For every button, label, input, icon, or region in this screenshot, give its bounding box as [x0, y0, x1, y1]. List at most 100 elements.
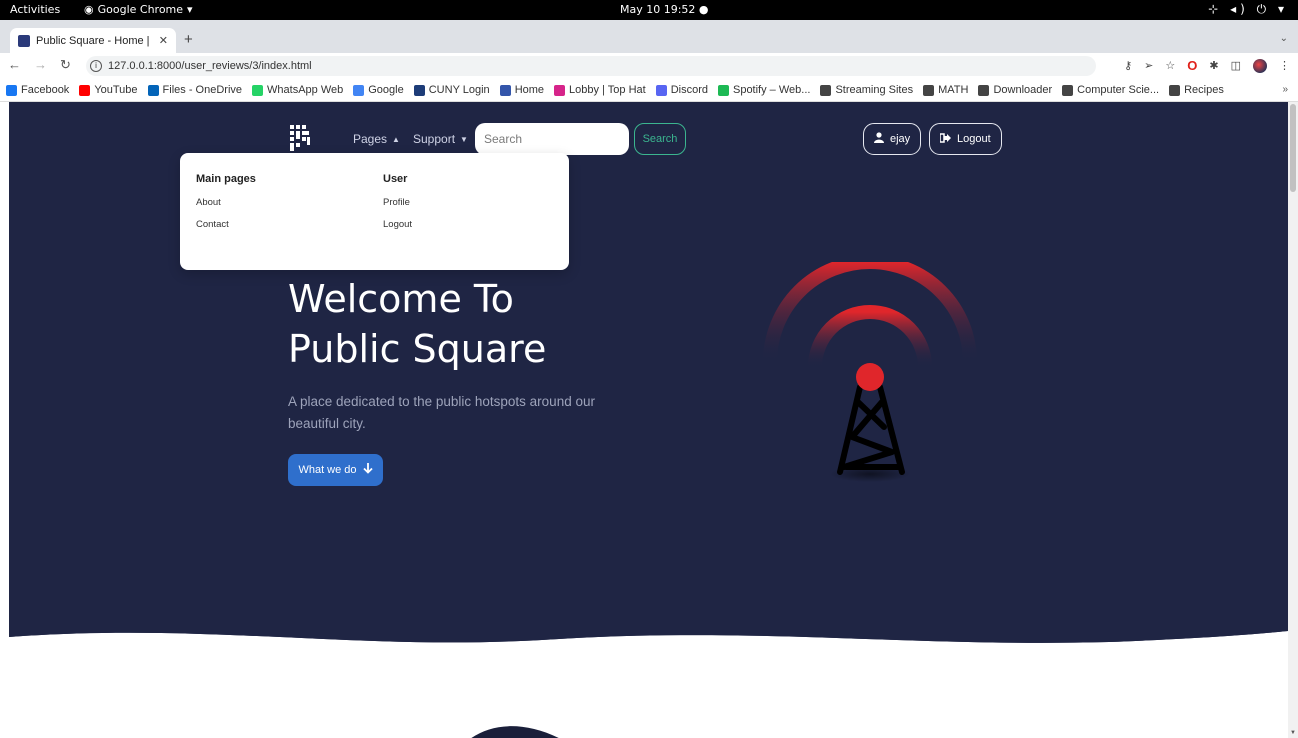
section-illustration — [471, 726, 559, 738]
chrome-icon: ◉ — [84, 3, 94, 16]
bookmark-favicon-icon — [655, 84, 667, 96]
forward-icon[interactable]: → — [34, 57, 47, 72]
bookmark-item[interactable]: Google — [353, 84, 404, 96]
app-menu[interactable]: ◉ Google Chrome ▾ — [84, 3, 193, 16]
arrow-down-icon — [362, 463, 373, 477]
bookmark-favicon-icon — [353, 84, 365, 96]
sidepanel-icon[interactable]: ◫ — [1231, 59, 1241, 72]
bookmark-item[interactable]: Streaming Sites — [820, 84, 913, 96]
user-profile-button[interactable]: ejay — [863, 123, 922, 155]
bookmarks-bar: Facebook YouTube Files - OneDrive WhatsApp … — [0, 79, 1298, 102]
search-button[interactable]: Search — [634, 123, 686, 155]
dropdown-heading-main: Main pages — [196, 173, 256, 185]
bookmark-label: Google — [368, 84, 404, 96]
bookmark-item[interactable]: YouTube — [79, 84, 138, 96]
bookmark-favicon-icon — [6, 84, 17, 96]
folder-icon — [1062, 84, 1074, 96]
system-tray[interactable]: ⊹ ◂) ⏻ ▾ — [1208, 2, 1288, 17]
bookmark-item[interactable]: Files - OneDrive — [147, 84, 243, 96]
puzzle-icon[interactable]: ✱ — [1209, 59, 1218, 72]
logout-button[interactable]: Logout — [929, 123, 1002, 155]
dropdown-item-about[interactable]: About — [196, 197, 256, 208]
cta-label: What we do — [298, 464, 357, 476]
reload-icon[interactable]: ↻ — [60, 57, 71, 73]
chevron-up-icon: ▲ — [392, 134, 400, 144]
bookmark-label: YouTube — [94, 84, 138, 96]
dropdown-item-contact[interactable]: Contact — [196, 219, 256, 230]
bookmark-item[interactable]: Discord — [655, 84, 708, 96]
nav-support-toggle[interactable]: Support ▼ — [413, 132, 468, 146]
bookmark-favicon-icon — [79, 84, 91, 96]
bookmark-label: Files - OneDrive — [162, 84, 243, 96]
scroll-down-icon[interactable]: ▼ — [1290, 730, 1296, 736]
folder-icon — [820, 84, 832, 96]
app-name: Google Chrome — [97, 3, 184, 16]
pages-dropdown-menu: Main pages About Contact User Profile Lo… — [180, 153, 569, 270]
bookmark-label: Streaming Sites — [835, 84, 914, 96]
bookmark-item[interactable]: Facebook — [6, 84, 69, 96]
chevron-down-icon: ▼ — [460, 134, 468, 144]
bookmark-item[interactable]: CUNY Login — [413, 84, 490, 96]
send-icon[interactable]: ➢ — [1144, 59, 1153, 72]
hero-wave — [9, 617, 1288, 657]
key-icon[interactable]: ⚷ — [1124, 59, 1132, 72]
nav-pages-toggle[interactable]: Pages ▲ — [353, 132, 400, 146]
info-icon[interactable]: i — [90, 60, 102, 72]
new-tab-button[interactable]: + — [184, 31, 193, 48]
bookmark-label: MATH — [938, 84, 969, 96]
address-row: ← → ↻ i 127.0.0.1:8000/user_reviews/3/in… — [0, 53, 1298, 79]
os-top-bar: Activities ◉ Google Chrome ▾ May 10 19:5… — [0, 0, 1298, 20]
tab-strip: Public Square - Home | Pu ✕ + ⌄ — [0, 20, 1298, 53]
activities-button[interactable]: Activities — [10, 3, 60, 16]
bookmarks-overflow-icon[interactable]: » — [1282, 84, 1288, 95]
clock-text: May 10 19:52 — [620, 3, 696, 16]
back-icon[interactable]: ← — [8, 57, 21, 72]
tab-search-icon[interactable]: ⌄ — [1280, 33, 1288, 44]
logout-label: Logout — [957, 133, 991, 145]
browser-tab[interactable]: Public Square - Home | Pu ✕ — [10, 28, 176, 53]
tab-title: Public Square - Home | Pu — [36, 34, 153, 47]
site-logo[interactable] — [289, 124, 311, 152]
star-icon[interactable]: ☆ — [1165, 59, 1175, 72]
profile-avatar[interactable] — [1253, 58, 1267, 73]
bookmark-label: WhatsApp Web — [267, 84, 344, 96]
address-bar[interactable]: i 127.0.0.1:8000/user_reviews/3/index.ht… — [86, 56, 1096, 76]
nav-support-label: Support — [413, 132, 456, 146]
bookmark-item[interactable]: MATH — [923, 84, 968, 96]
opera-icon[interactable]: O — [1187, 58, 1197, 73]
folder-icon — [923, 84, 935, 96]
dropdown-item-logout[interactable]: Logout — [383, 219, 412, 230]
chevron-down-icon: ▾ — [187, 3, 193, 16]
dropdown-item-profile[interactable]: Profile — [383, 197, 412, 208]
extension-toolbar: ⚷ ➢ ☆ O ✱ ◫ ⋮ — [1124, 58, 1290, 73]
clock[interactable]: May 10 19:52 ● — [620, 3, 709, 16]
folder-icon — [978, 84, 990, 96]
bookmark-favicon-icon — [147, 84, 159, 96]
user-icon — [874, 132, 884, 146]
bookmark-item[interactable]: Computer Scie... — [1062, 84, 1159, 96]
bookmark-item[interactable]: Home — [499, 84, 544, 96]
bookmark-favicon-icon — [413, 84, 425, 96]
bookmark-item[interactable]: WhatsApp Web — [252, 84, 343, 96]
folder-icon — [1169, 84, 1181, 96]
bookmark-item[interactable]: Downloader — [978, 84, 1052, 96]
kebab-menu-icon[interactable]: ⋮ — [1279, 59, 1290, 72]
scrollbar-thumb[interactable] — [1290, 104, 1296, 192]
hero-title-line1: Welcome To — [288, 277, 514, 321]
bookmark-label: Facebook — [21, 84, 70, 96]
bookmark-item[interactable]: Spotify – Web... — [717, 84, 810, 96]
hero-title-line2: Public Square — [288, 327, 547, 371]
bookmark-item[interactable]: Lobby | Top Hat — [554, 84, 646, 96]
close-icon[interactable]: ✕ — [159, 34, 168, 47]
search-input[interactable] — [475, 123, 629, 155]
site-favicon-icon — [18, 34, 30, 47]
what-we-do-button[interactable]: What we do — [288, 454, 383, 486]
bookmark-label: CUNY Login — [428, 84, 490, 96]
dropdown-user: User Profile Logout — [383, 173, 412, 241]
url-text: 127.0.0.1:8000/user_reviews/3/index.html — [108, 60, 312, 72]
user-name: ejay — [890, 133, 911, 145]
bookmark-label: Lobby | Top Hat — [569, 84, 646, 96]
hero-subtitle: A place dedicated to the public hotspots… — [288, 394, 595, 431]
page-scrollbar[interactable]: ▼ — [1288, 102, 1298, 738]
bookmark-item[interactable]: Recipes — [1169, 84, 1224, 96]
